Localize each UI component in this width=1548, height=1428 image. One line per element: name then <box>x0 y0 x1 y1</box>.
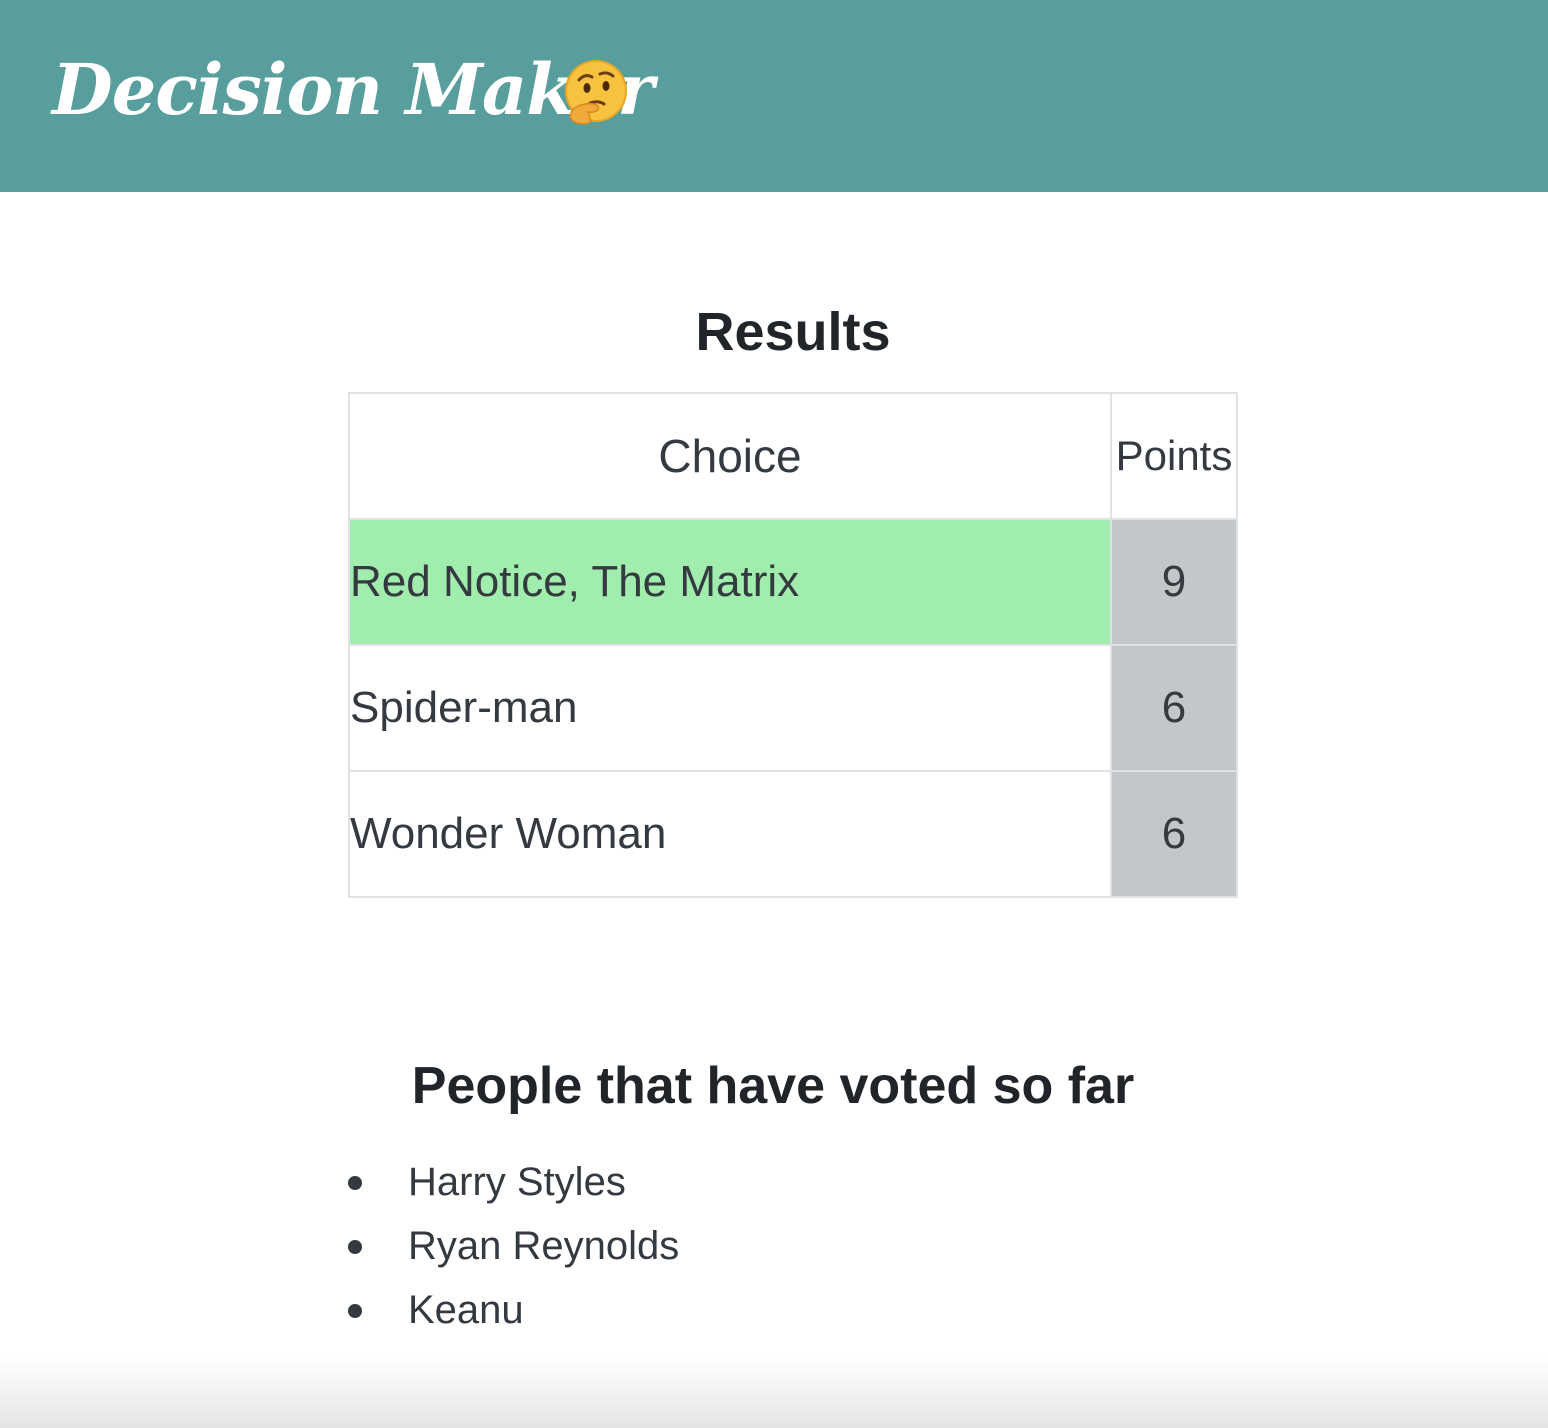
thinking-face-icon <box>565 60 627 125</box>
column-header-choice: Choice <box>348 392 1112 520</box>
choice-cell: Spider-man <box>348 644 1112 772</box>
navbar: Decision Maker <box>0 0 1548 192</box>
table-row: Wonder Woman 6 <box>348 770 1238 898</box>
voters-title: People that have voted so far <box>411 1057 1135 1116</box>
table-row: Spider-man 6 <box>348 644 1238 772</box>
table-row: Red Notice, The Matrix 9 <box>348 518 1238 646</box>
column-header-points: Points <box>1110 392 1238 520</box>
points-cell: 6 <box>1110 644 1238 772</box>
bullet-icon <box>348 1240 362 1254</box>
bullet-icon <box>348 1304 362 1318</box>
results-table: Choice Points Red Notice, The Matrix 9 S… <box>348 392 1238 898</box>
choice-cell: Red Notice, The Matrix <box>348 518 1112 646</box>
voter-name: Keanu <box>408 1288 524 1332</box>
bullet-icon <box>348 1176 362 1190</box>
table-header-row: Choice Points <box>348 392 1238 520</box>
choice-cell: Wonder Woman <box>348 770 1112 898</box>
voter-name: Ryan Reynolds <box>408 1224 680 1268</box>
bottom-shadow <box>0 1358 1548 1428</box>
results-title: Results <box>695 301 891 362</box>
voters-list: Harry Styles Ryan Reynolds Keanu <box>348 1150 679 1342</box>
list-item: Harry Styles <box>348 1150 679 1214</box>
points-cell: 9 <box>1110 518 1238 646</box>
points-cell: 6 <box>1110 770 1238 898</box>
list-item: Keanu <box>348 1278 679 1342</box>
list-item: Ryan Reynolds <box>348 1214 679 1278</box>
voter-name: Harry Styles <box>408 1160 626 1204</box>
